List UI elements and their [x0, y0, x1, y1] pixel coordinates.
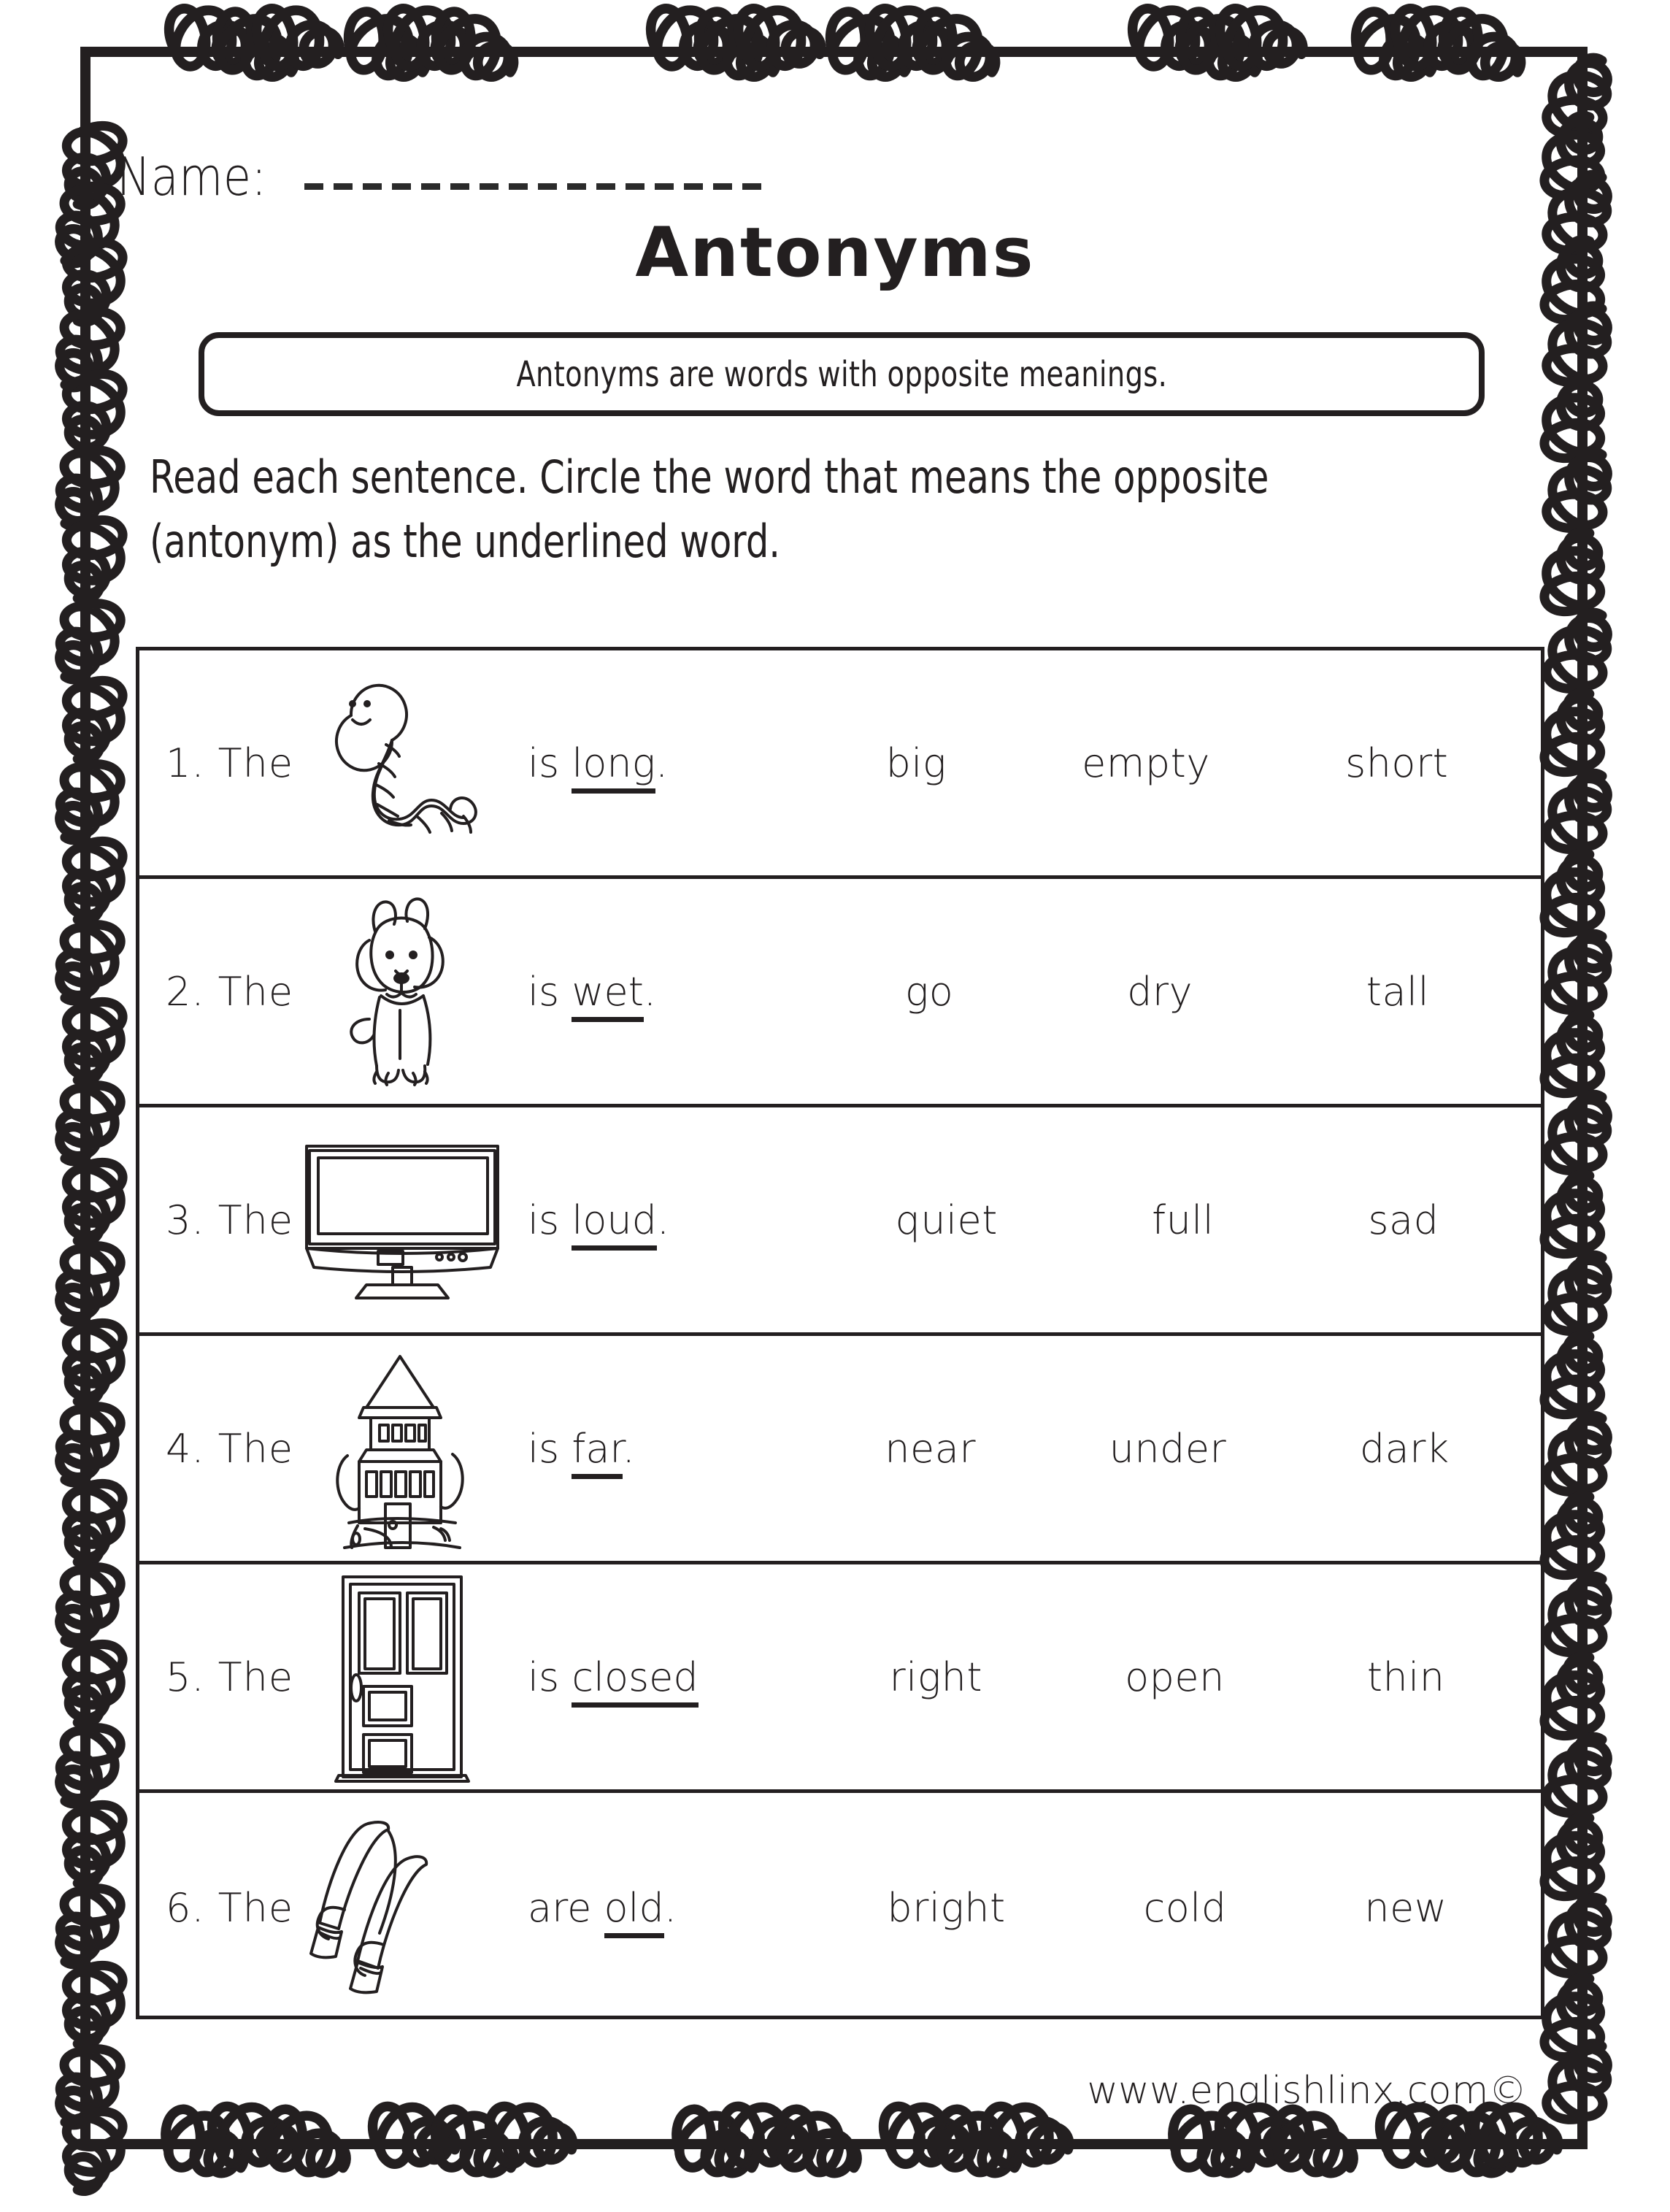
answer-option[interactable]: quiet — [896, 1197, 998, 1243]
phrase-prefix: is — [528, 1197, 572, 1243]
answer-option[interactable]: bright — [887, 1885, 1005, 1931]
question-phrase: is far. — [512, 1425, 818, 1479]
definition-box: Antonyms are words with opposite meaning… — [199, 332, 1485, 416]
phrase-prefix: is — [528, 968, 572, 1015]
answer-option[interactable]: empty — [1082, 740, 1210, 786]
instructions-line-1: Read each sentence. Circle the word that… — [150, 450, 1269, 504]
question-row: 1. The is long. big empty short — [139, 650, 1541, 879]
footer-credit: www.englishlinx.com© — [1087, 2069, 1527, 2113]
phrase-prefix: is — [528, 1654, 572, 1700]
answer-option[interactable]: right — [890, 1654, 983, 1700]
underlined-word: old — [604, 1884, 664, 1938]
answer-option[interactable]: big — [886, 740, 947, 786]
answer-option[interactable]: go — [905, 969, 953, 1015]
answer-option[interactable]: sad — [1368, 1197, 1439, 1243]
question-number-label: 1. The — [166, 740, 294, 786]
question-phrase: is loud. — [512, 1197, 818, 1251]
building-icon — [293, 1343, 512, 1554]
page-title: Antonyms — [635, 213, 1035, 293]
answer-option[interactable]: near — [885, 1426, 976, 1472]
phrase-prefix: are — [528, 1884, 604, 1931]
answer-option[interactable]: dry — [1127, 969, 1193, 1015]
answer-option[interactable]: cold — [1144, 1885, 1227, 1931]
question-phrase: is closed — [512, 1654, 818, 1708]
underlined-word: far — [572, 1425, 623, 1479]
question-phrase: is long. — [512, 740, 818, 794]
answer-option[interactable]: under — [1109, 1426, 1227, 1472]
phrase-suffix: . — [663, 1884, 677, 1931]
answer-options: big empty short — [818, 740, 1541, 786]
question-number-label: 2. The — [166, 968, 294, 1015]
name-label: Name: — [117, 146, 267, 207]
question-row: 3. The is loud. quiet full sad — [139, 1107, 1541, 1336]
phrase-suffix: . — [655, 740, 669, 786]
questions-table: 1. The is long. big empty short 2. The i… — [136, 647, 1544, 2019]
answer-option[interactable]: full — [1152, 1197, 1214, 1243]
underlined-word: loud — [572, 1197, 657, 1251]
phrase-suffix: . — [656, 1197, 670, 1243]
answer-option[interactable]: tall — [1366, 969, 1429, 1015]
answer-option[interactable]: short — [1345, 740, 1448, 786]
answer-options: quiet full sad — [818, 1197, 1541, 1243]
question-number-label: 6. The — [166, 1884, 294, 1931]
door-icon — [293, 1571, 512, 1783]
question-row: 4. The is far. near under dark — [139, 1336, 1541, 1564]
instructions-line-2: (antonym) as the underlined word. — [150, 515, 781, 569]
definition-text: Antonyms are words with opposite meaning… — [516, 353, 1167, 395]
question-number-label: 3. The — [166, 1197, 294, 1243]
question-number-label: 5. The — [166, 1654, 294, 1700]
instructions: Read each sentence. Circle the word that… — [150, 445, 1507, 574]
phrase-prefix: is — [528, 740, 572, 786]
answer-options: right open thin — [818, 1654, 1541, 1700]
underlined-word: long — [572, 740, 655, 794]
underlined-word: wet — [572, 968, 644, 1022]
phrase-prefix: is — [528, 1425, 572, 1472]
answer-option[interactable]: open — [1125, 1654, 1225, 1700]
television-icon — [293, 1114, 512, 1326]
answer-options: near under dark — [818, 1426, 1541, 1472]
phrase-suffix: . — [643, 968, 657, 1015]
answer-option[interactable]: dark — [1360, 1426, 1450, 1472]
answer-options: go dry tall — [818, 969, 1541, 1015]
name-input-blank[interactable] — [304, 183, 772, 190]
mittens-icon — [293, 1802, 512, 2013]
question-row: 5. The is closed right open thin — [139, 1564, 1541, 1793]
worm-icon — [293, 657, 512, 869]
answer-option[interactable]: thin — [1367, 1654, 1445, 1700]
question-number-label: 4. The — [166, 1425, 294, 1472]
question-row: 2. The is wet. go dry tall — [139, 879, 1541, 1107]
dog-icon — [293, 886, 512, 1097]
phrase-suffix: . — [622, 1425, 635, 1472]
question-phrase: are old. — [512, 1884, 818, 1938]
answer-options: bright cold new — [818, 1885, 1541, 1931]
question-row: 6. The are old. bright cold new — [139, 1793, 1541, 2022]
question-phrase: is wet. — [512, 968, 818, 1022]
answer-option[interactable]: new — [1364, 1885, 1447, 1931]
name-row: Name: — [117, 123, 1139, 203]
underlined-word: closed — [572, 1654, 699, 1708]
